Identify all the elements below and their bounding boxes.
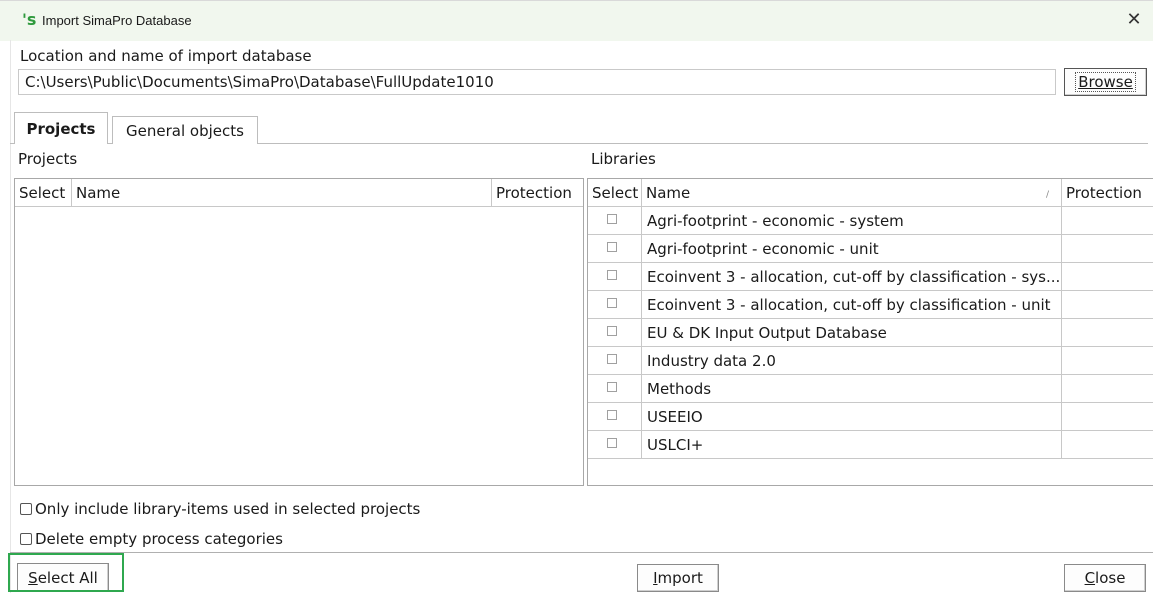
libraries-section-label: Libraries xyxy=(591,150,656,168)
library-select-cell xyxy=(588,263,642,291)
library-select-cell xyxy=(588,375,642,403)
projects-col-protection[interactable]: Protection xyxy=(492,179,583,207)
close-icon[interactable]: ✕ xyxy=(1123,9,1145,31)
simapro-app-icon: 's xyxy=(22,10,37,29)
library-row[interactable]: USEEIO xyxy=(588,403,1153,431)
delete-empty-checkbox[interactable] xyxy=(20,533,32,545)
library-select-checkbox[interactable] xyxy=(607,242,617,252)
library-select-checkbox[interactable] xyxy=(607,354,617,364)
library-name-cell: USEEIO xyxy=(642,403,1062,431)
library-protection-cell xyxy=(1062,403,1153,431)
library-protection-cell xyxy=(1062,291,1153,319)
library-protection-cell xyxy=(1062,235,1153,263)
only-include-option[interactable]: Only include library-items used in selec… xyxy=(20,500,420,518)
footer-divider xyxy=(10,552,1153,553)
library-row[interactable]: EU & DK Input Output Database xyxy=(588,319,1153,347)
library-row[interactable]: Ecoinvent 3 - allocation, cut-off by cla… xyxy=(588,291,1153,319)
library-select-cell xyxy=(588,207,642,235)
library-name-cell: USLCI+ xyxy=(642,431,1062,459)
library-select-checkbox[interactable] xyxy=(607,270,617,280)
library-protection-cell xyxy=(1062,431,1153,459)
library-protection-cell xyxy=(1062,347,1153,375)
delete-empty-label: Delete empty process categories xyxy=(35,530,283,548)
import-button[interactable]: Import xyxy=(637,564,719,592)
library-select-checkbox[interactable] xyxy=(607,382,617,392)
only-include-checkbox[interactable] xyxy=(20,503,32,515)
library-select-cell xyxy=(588,347,642,375)
library-protection-cell xyxy=(1062,319,1153,347)
import-label: Import xyxy=(653,569,703,587)
library-row[interactable]: Agri-footprint - economic - unit xyxy=(588,235,1153,263)
delete-empty-option[interactable]: Delete empty process categories xyxy=(20,530,283,548)
library-row[interactable]: Ecoinvent 3 - allocation, cut-off by cla… xyxy=(588,263,1153,291)
library-select-cell xyxy=(588,403,642,431)
database-path-field[interactable]: C:\Users\Public\Documents\SimaPro\Databa… xyxy=(18,69,1056,95)
only-include-label: Only include library-items used in selec… xyxy=(35,500,421,518)
library-row[interactable]: Industry data 2.0 xyxy=(588,347,1153,375)
tab-strip-line xyxy=(108,143,1148,144)
projects-table[interactable]: Select Name Protection xyxy=(14,178,584,486)
tab-projects[interactable]: Projects xyxy=(14,112,108,144)
libraries-col-name-label: Name xyxy=(646,184,691,202)
title-bar: 's Import SimaPro Database ✕ xyxy=(0,0,1153,41)
library-select-checkbox[interactable] xyxy=(607,214,617,224)
library-select-cell xyxy=(588,291,642,319)
library-protection-cell xyxy=(1062,207,1153,235)
library-select-checkbox[interactable] xyxy=(607,410,617,420)
library-name-cell: Ecoinvent 3 - allocation, cut-off by cla… xyxy=(642,263,1062,291)
library-row[interactable]: Methods xyxy=(588,375,1153,403)
library-name-cell: EU & DK Input Output Database xyxy=(642,319,1062,347)
projects-section-label: Projects xyxy=(18,150,78,168)
select-all-highlight xyxy=(8,553,124,592)
close-button[interactable]: Close xyxy=(1064,564,1146,592)
library-name-cell: Industry data 2.0 xyxy=(642,347,1062,375)
library-select-cell xyxy=(588,431,642,459)
library-select-checkbox[interactable] xyxy=(607,326,617,336)
library-select-checkbox[interactable] xyxy=(607,298,617,308)
libraries-col-protection[interactable]: Protection xyxy=(1062,179,1153,207)
library-name-cell: Agri-footprint - economic - system xyxy=(642,207,1062,235)
sort-indicator-icon: / xyxy=(1045,190,1049,200)
library-protection-cell xyxy=(1062,263,1153,291)
location-label: Location and name of import database xyxy=(20,47,312,65)
library-name-cell: Agri-footprint - economic - unit xyxy=(642,235,1062,263)
close-label: Close xyxy=(1084,569,1126,587)
window-title: Import SimaPro Database xyxy=(42,13,192,28)
libraries-table[interactable]: Select Name / Protection Agri-footprint … xyxy=(587,178,1153,486)
library-select-checkbox[interactable] xyxy=(607,438,617,448)
window-border xyxy=(10,40,11,593)
libraries-col-select[interactable]: Select xyxy=(588,179,642,207)
tab-general-objects[interactable]: General objects xyxy=(112,116,258,144)
browse-button[interactable]: Browse xyxy=(1064,68,1147,96)
browse-button-label: Browse xyxy=(1075,72,1136,92)
library-name-cell: Ecoinvent 3 - allocation, cut-off by cla… xyxy=(642,291,1062,319)
library-select-cell xyxy=(588,235,642,263)
library-name-cell: Methods xyxy=(642,375,1062,403)
projects-col-select[interactable]: Select xyxy=(15,179,72,207)
projects-col-name[interactable]: Name xyxy=(72,179,492,207)
library-protection-cell xyxy=(1062,375,1153,403)
library-row[interactable]: Agri-footprint - economic - system xyxy=(588,207,1153,235)
library-row[interactable]: USLCI+ xyxy=(588,431,1153,459)
library-select-cell xyxy=(588,319,642,347)
libraries-col-name[interactable]: Name / xyxy=(642,179,1062,207)
